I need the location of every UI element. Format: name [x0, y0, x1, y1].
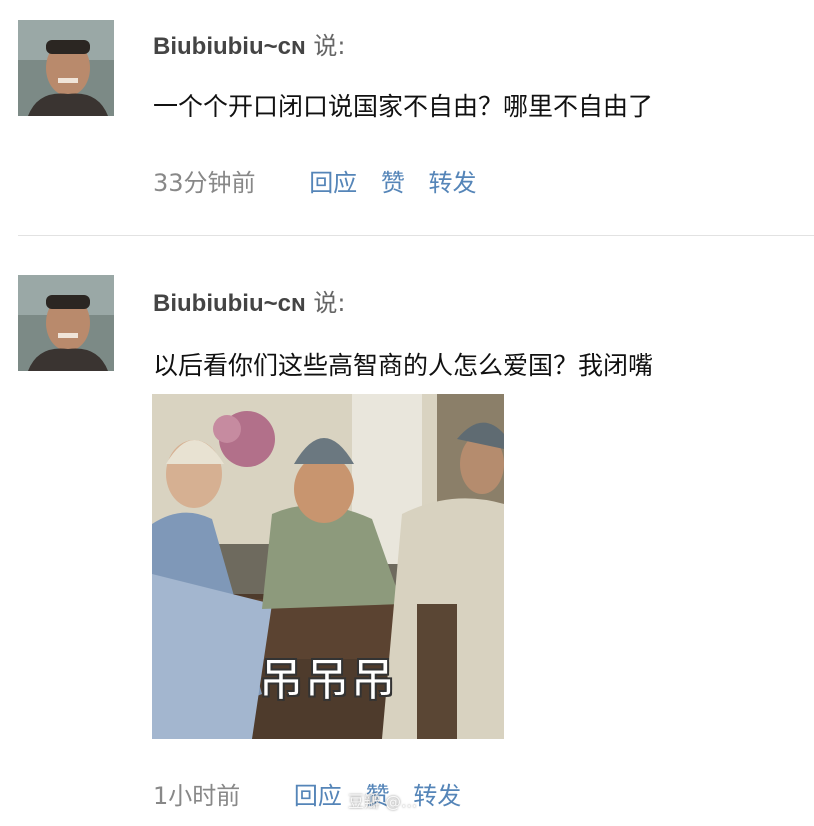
- comment-text: 以后看你们这些高智商的人怎么爱国？我闭嘴: [153, 351, 654, 380]
- comment-item: Biubiubiu~ᴄɴ 说: 一个个开口闭口说国家不自由？哪里不自由了 33分…: [0, 0, 814, 235]
- author-name[interactable]: Biubiubiu~ᴄɴ: [153, 33, 306, 60]
- like-link[interactable]: 赞: [381, 169, 405, 197]
- comment-image[interactable]: 吊吊吊: [152, 394, 504, 739]
- watermark: 豆瓣 @…: [348, 792, 418, 811]
- comment-author: Biubiubiu~ᴄɴ 说:: [153, 283, 346, 318]
- comment-meta: 1小时前 回应 赞 转发: [153, 776, 477, 811]
- says-label: 说:: [313, 289, 346, 317]
- repost-link[interactable]: 转发: [428, 169, 476, 197]
- image-caption: 吊吊吊: [259, 655, 397, 706]
- reply-link[interactable]: 回应: [309, 169, 357, 197]
- comment-text: 一个个开口闭口说国家不自由？哪里不自由了: [153, 92, 654, 121]
- comment-time: 33分钟前: [153, 169, 256, 197]
- avatar[interactable]: [18, 275, 114, 371]
- comment-time: 1小时前: [153, 782, 241, 810]
- avatar[interactable]: [18, 20, 114, 116]
- comment-author: Biubiubiu~ᴄɴ 说:: [153, 26, 346, 61]
- author-name[interactable]: Biubiubiu~ᴄɴ: [153, 290, 306, 317]
- comment-meta: 33分钟前 回应 赞 转发: [153, 163, 492, 198]
- reply-link[interactable]: 回应: [294, 782, 342, 810]
- repost-link[interactable]: 转发: [413, 782, 461, 810]
- says-label: 说:: [313, 32, 346, 60]
